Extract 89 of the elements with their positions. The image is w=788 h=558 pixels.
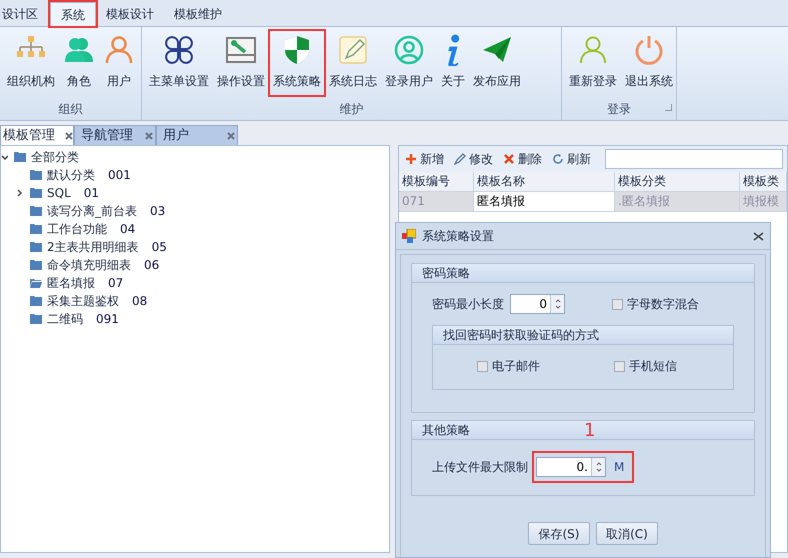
number-field[interactable]: 0 xyxy=(510,294,565,314)
tree-item[interactable]: 2主表共用明细表 xyxy=(47,238,139,256)
spinner-icon[interactable] xyxy=(591,458,605,476)
ribbon-button[interactable]: 重新登录 xyxy=(566,31,620,95)
checkbox[interactable] xyxy=(612,298,623,310)
item-code: 05 xyxy=(152,239,167,256)
item-code: 06 xyxy=(144,257,160,274)
app-icon xyxy=(402,229,416,243)
ribbon-button[interactable]: 角色 xyxy=(60,31,98,95)
toolbar-button[interactable]: 刷新 xyxy=(550,149,593,169)
search-field[interactable] xyxy=(605,149,783,169)
tree-item[interactable]: 读写分离_前台表 xyxy=(47,202,137,220)
ribbon-tab[interactable]: 模板设计 xyxy=(96,2,164,26)
column-header[interactable]: 模板分类 xyxy=(615,172,740,191)
folder-icon xyxy=(14,152,26,162)
document-tab[interactable]: 导航管理 xyxy=(74,125,156,145)
ribbon-button[interactable]: 发布应用 xyxy=(470,31,524,95)
checkbox-label[interactable]: 字母数字混合 xyxy=(627,295,699,313)
ribbon-button[interactable]: 主菜单设置 xyxy=(146,31,212,95)
info-icon xyxy=(446,34,460,66)
pencil-icon xyxy=(337,34,369,66)
group-label: 登录 xyxy=(607,101,631,118)
column-header[interactable]: 模板编号 xyxy=(399,172,474,191)
tree-item[interactable]: 默认分类 xyxy=(47,166,95,184)
group-label: 组织 xyxy=(58,101,82,118)
toolbar-button[interactable]: 新增 xyxy=(403,149,446,169)
delete-icon xyxy=(503,153,515,165)
ribbon-button[interactable]: 操作设置 xyxy=(214,31,268,95)
launcher-icon[interactable] xyxy=(665,104,672,112)
tree-item[interactable]: 命令填充明细表 xyxy=(47,256,131,274)
plus-icon xyxy=(405,153,417,165)
item-code: 04 xyxy=(120,221,136,238)
ribbon-button[interactable]: 退出系统 xyxy=(622,31,676,95)
field-label: 上传文件最大限制 xyxy=(432,459,528,476)
checkbox[interactable] xyxy=(477,360,488,372)
column-header[interactable]: 模板名称 xyxy=(474,172,615,191)
item-code: 01 xyxy=(84,185,100,202)
ribbon-tab[interactable]: 系统 xyxy=(50,2,96,26)
table-row[interactable]: 071 匿名填报 .匿名填报 填报模 xyxy=(399,192,787,212)
ribbon-button[interactable]: 用户 xyxy=(100,31,138,95)
wrench-screen-icon xyxy=(225,34,257,66)
document-tab[interactable]: 用户 xyxy=(156,125,238,145)
ribbon-button[interactable]: 登录用户 xyxy=(382,31,436,95)
column-header[interactable]: 模板类 xyxy=(740,172,787,191)
unit-label: M xyxy=(614,459,626,476)
ribbon-button[interactable]: 系统策略 xyxy=(270,31,324,95)
item-code: 091 xyxy=(96,311,119,328)
power-icon xyxy=(633,34,665,66)
user-outline-icon xyxy=(577,34,609,66)
user-circle-icon xyxy=(393,34,425,66)
close-icon[interactable] xyxy=(65,132,73,140)
tree-item[interactable]: 匿名填报 xyxy=(47,274,95,292)
annotation-number: 1 xyxy=(584,419,596,443)
field-label: 密码最小长度 xyxy=(432,296,504,313)
item-code: 03 xyxy=(150,203,166,220)
expand-icon[interactable] xyxy=(15,189,25,197)
item-code: 07 xyxy=(108,275,124,292)
ribbon-button[interactable]: 关于 xyxy=(438,31,468,95)
group-title: 密码策略 xyxy=(412,264,754,283)
group-label: 维护 xyxy=(340,101,364,118)
refresh-icon xyxy=(552,153,564,165)
tree-item[interactable]: 二维码 xyxy=(47,310,83,328)
close-icon[interactable] xyxy=(753,232,764,240)
checkbox-label[interactable]: 手机短信 xyxy=(629,357,677,375)
tree-item[interactable]: 工作台功能 xyxy=(47,220,107,238)
spinner-icon[interactable] xyxy=(550,295,564,313)
checkbox-label[interactable]: 电子邮件 xyxy=(492,357,540,375)
dialog-button[interactable]: 保存(S) xyxy=(528,522,590,545)
checkbox[interactable] xyxy=(614,360,625,372)
ribbon-button[interactable]: 组织机构 xyxy=(4,31,58,95)
dialog-title: 系统策略设置 xyxy=(422,228,495,245)
tree-item[interactable]: SQL xyxy=(47,184,71,202)
toolbar-button[interactable]: 删除 xyxy=(501,149,544,169)
pencil-icon xyxy=(454,153,466,165)
caret-icon[interactable] xyxy=(1,154,9,160)
ribbon-button[interactable]: 系统日志 xyxy=(326,31,380,95)
ribbon-tab[interactable]: 设计区 xyxy=(0,2,50,26)
item-code: 001 xyxy=(108,167,131,184)
document-tab[interactable]: 模板管理 xyxy=(0,125,74,145)
tree-item[interactable]: 采集主题鉴权 xyxy=(47,292,119,310)
tree-item[interactable]: 全部分类 xyxy=(31,148,79,166)
user-icon xyxy=(103,34,135,66)
toolbar-button[interactable]: 修改 xyxy=(452,149,495,169)
item-code: 08 xyxy=(132,293,148,310)
clover-icon xyxy=(163,34,195,66)
dialog-button[interactable]: 取消(C) xyxy=(596,522,658,545)
group-title: 找回密码时获取验证码的方式 xyxy=(433,326,733,345)
ribbon-tab[interactable]: 模板维护 xyxy=(164,2,232,26)
number-field[interactable]: 0. xyxy=(536,457,606,477)
